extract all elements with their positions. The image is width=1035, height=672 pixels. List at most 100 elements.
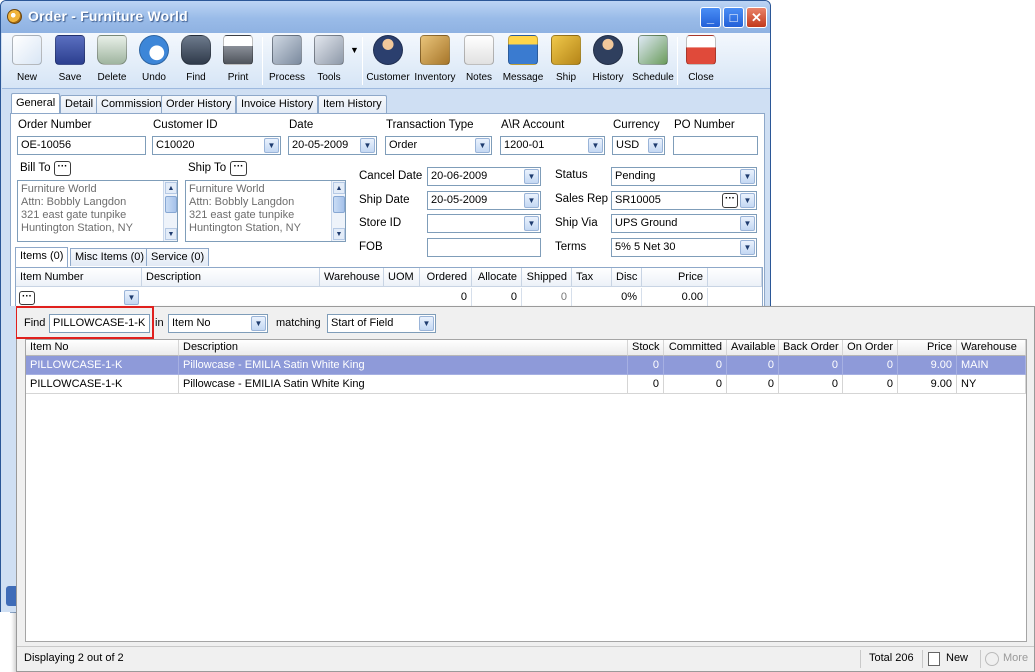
column-header[interactable]: Price [642,268,708,287]
column-header[interactable]: Allocate [472,268,522,287]
tab-service[interactable]: Service (0) [146,248,210,266]
ship-to-ellipsis-button[interactable]: ··· [230,161,247,176]
new-item-button[interactable]: New [928,650,976,669]
tab-commission[interactable]: Commission [96,95,167,114]
tab-general[interactable]: General [11,93,61,114]
chevron-down-icon[interactable]: ▼ [740,216,755,231]
item-number-ellipsis-button[interactable]: ··· [19,291,35,305]
schedule-button[interactable]: Schedule [631,35,675,87]
chevron-down-icon[interactable]: ▼ [524,193,539,208]
terms-combo[interactable]: 5% 5 Net 30 ▼ [611,238,757,257]
column-header[interactable]: Ordered [420,268,472,287]
column-header[interactable]: Description [179,340,628,356]
cancel-date-picker[interactable]: 20-06-2009 ▼ [427,167,541,186]
chevron-down-icon[interactable]: ▼ [588,138,603,153]
process-button[interactable]: Process [266,35,308,87]
delete-button[interactable]: Delete [92,35,132,87]
bill-to-scrollbar[interactable]: ▲ ▼ [163,181,177,241]
bill-to-ellipsis-button[interactable]: ··· [54,161,71,176]
ship-date-picker[interactable]: 20-05-2009 ▼ [427,191,541,210]
date-picker[interactable]: 20-05-2009 ▼ [288,136,377,155]
po-number-field[interactable] [673,136,758,155]
scroll-thumb[interactable] [333,196,345,213]
ship-to-scrollbar[interactable]: ▲ ▼ [331,181,345,241]
currency-combo[interactable]: USD ▼ [612,136,665,155]
shipped-cell[interactable]: 0 [522,288,572,306]
chevron-down-icon[interactable]: ▼ [524,169,539,184]
column-header[interactable]: Warehouse [320,268,384,287]
disc-cell[interactable]: 0% [612,288,642,306]
history-button[interactable]: History [587,35,629,87]
ship-via-combo[interactable]: UPS Ground ▼ [611,214,757,233]
tab-items[interactable]: Items (0) [15,247,69,267]
chevron-down-icon[interactable]: ▼ [740,240,755,255]
table-row[interactable]: PILLOWCASE-1-K Pillowcase - EMILIA Satin… [26,356,1026,375]
ordered-cell[interactable]: 0 [420,288,472,306]
table-row[interactable]: PILLOWCASE-1-K Pillowcase - EMILIA Satin… [26,375,1026,394]
store-id-combo[interactable]: ▼ [427,214,541,233]
customer-id-combo[interactable]: C10020 ▼ [152,136,281,155]
title-bar[interactable]: Order - Furniture World _ □ ✕ [1,1,770,33]
column-header[interactable]: On Order [843,340,898,356]
close-button[interactable]: Close [680,35,722,87]
column-header[interactable]: Disc [612,268,642,287]
order-number-field[interactable]: OE-10056 [17,136,146,155]
column-header[interactable]: Description [142,268,320,287]
scroll-thumb[interactable] [165,196,177,213]
status-combo[interactable]: Pending ▼ [611,167,757,186]
allocate-cell[interactable]: 0 [472,288,522,306]
column-header[interactable]: UOM [384,268,420,287]
fob-field[interactable] [427,238,541,257]
chevron-down-icon[interactable]: ▼ [524,216,539,231]
chevron-down-icon[interactable]: ▼ [740,169,755,184]
column-header[interactable]: Item No [26,340,179,356]
chevron-down-icon[interactable]: ▼ [360,138,375,153]
message-button[interactable]: Message [501,35,545,87]
save-button[interactable]: Save [50,35,90,87]
column-header[interactable]: Price [898,340,957,356]
tab-misc-items[interactable]: Misc Items (0) [70,248,150,266]
bill-to-address[interactable]: Furniture World Attn: Bobbly Langdon 321… [17,180,178,242]
chevron-down-icon[interactable]: ▼ [124,290,139,305]
column-header[interactable]: Stock [628,340,664,356]
undo-button[interactable]: Undo [134,35,174,87]
column-header[interactable]: Available [727,340,779,356]
tab-detail[interactable]: Detail [60,95,99,114]
maximize-button[interactable]: □ [723,7,744,28]
chevron-down-icon[interactable]: ▼ [475,138,490,153]
find-button[interactable]: Find [176,35,216,87]
tab-item-history[interactable]: Item History [318,95,387,114]
column-header[interactable]: Item Number [16,268,142,287]
minimize-button[interactable]: _ [700,7,721,28]
scroll-down-icon[interactable]: ▼ [333,228,345,240]
price-cell[interactable]: 0.00 [642,288,708,306]
chevron-down-icon[interactable]: ▼ [264,138,279,153]
tab-order-history[interactable]: Order History [161,95,237,114]
sales-rep-combo[interactable]: SR10005 ··· ▼ [611,191,757,210]
chevron-down-icon[interactable]: ▼ [419,316,434,331]
ship-button[interactable]: Ship [547,35,585,87]
scroll-up-icon[interactable]: ▲ [333,182,345,194]
chevron-down-icon[interactable]: ▼ [648,138,663,153]
inventory-button[interactable]: Inventory [413,35,457,87]
chevron-down-icon[interactable]: ▼ [251,316,266,331]
customer-button[interactable]: Customer [365,35,411,87]
column-header[interactable]: Warehouse [957,340,1026,356]
items-grid[interactable]: Item Number Description Warehouse UOM Or… [15,267,763,307]
tab-invoice-history[interactable]: Invoice History [236,95,319,114]
ship-to-address[interactable]: Furniture World Attn: Bobbly Langdon 321… [185,180,346,242]
print-button[interactable]: Print [218,35,258,87]
search-in-combo[interactable]: Item No ▼ [168,314,268,333]
tools-button[interactable]: Tools [310,35,348,87]
column-header[interactable]: Tax [572,268,612,287]
column-header[interactable]: Shipped [522,268,572,287]
ar-account-combo[interactable]: 1200-01 ▼ [500,136,605,155]
new-button[interactable]: New [7,35,47,87]
tools-dropdown-arrow-icon[interactable]: ▼ [350,45,359,55]
close-window-button[interactable]: ✕ [746,7,767,28]
column-header[interactable]: Back Order [779,340,843,356]
scroll-down-icon[interactable]: ▼ [165,228,177,240]
more-button[interactable]: More [985,650,1031,669]
chevron-down-icon[interactable]: ▼ [740,193,755,208]
column-header[interactable]: Committed [664,340,727,356]
